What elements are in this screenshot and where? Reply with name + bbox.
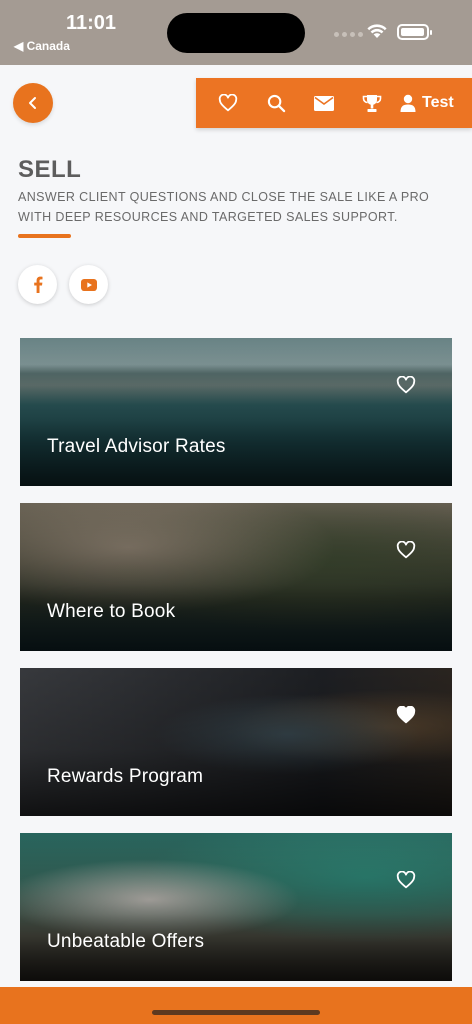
- youtube-icon: [80, 278, 97, 291]
- favorite-button[interactable]: [395, 704, 417, 726]
- youtube-button[interactable]: [69, 265, 108, 304]
- heart-outline-icon: [396, 871, 416, 889]
- messages-button[interactable]: [300, 78, 348, 128]
- heart-icon: [218, 94, 238, 112]
- back-button[interactable]: [13, 83, 53, 123]
- search-icon: [267, 94, 285, 112]
- card-unbeatable-offers[interactable]: Unbeatable Offers: [20, 833, 452, 981]
- dynamic-island: [167, 13, 305, 53]
- search-button[interactable]: [252, 78, 300, 128]
- page-title: SELL: [18, 156, 82, 183]
- page-subtitle: ANSWER CLIENT QUESTIONS AND CLOSE THE SA…: [18, 190, 430, 224]
- card-title: Unbeatable Offers: [47, 931, 205, 952]
- battery-icon: [397, 24, 432, 40]
- title-underline: [18, 234, 71, 238]
- card-title: Travel Advisor Rates: [47, 436, 226, 457]
- heart-filled-icon: [396, 706, 416, 724]
- wifi-icon: [367, 24, 387, 38]
- card-travel-advisor-rates[interactable]: Travel Advisor Rates: [20, 338, 452, 486]
- home-indicator[interactable]: [152, 1010, 320, 1015]
- card-title: Rewards Program: [47, 766, 204, 787]
- mail-icon: [314, 95, 334, 111]
- facebook-icon: [33, 276, 42, 293]
- card-where-to-book[interactable]: Where to Book: [20, 503, 452, 651]
- favorite-button[interactable]: [395, 539, 417, 561]
- user-name-label: Test: [422, 94, 454, 111]
- card-title: Where to Book: [47, 601, 176, 622]
- favorites-button[interactable]: [204, 78, 252, 128]
- card-rewards-program[interactable]: Rewards Program: [20, 668, 452, 816]
- chevron-left-icon: [29, 97, 36, 109]
- user-icon: [400, 94, 416, 112]
- status-time: 11:01: [66, 12, 117, 34]
- heart-outline-icon: [396, 376, 416, 394]
- trophy-icon: [362, 94, 382, 112]
- cellular-signal-icon: [334, 32, 363, 37]
- rewards-button[interactable]: [348, 78, 396, 128]
- bottom-bar: [0, 987, 472, 1024]
- top-navigation: Test: [196, 78, 472, 128]
- favorite-button[interactable]: [395, 869, 417, 891]
- favorite-button[interactable]: [395, 374, 417, 396]
- status-back-link[interactable]: ◀ Canada: [14, 39, 70, 53]
- heart-outline-icon: [396, 541, 416, 559]
- user-menu-button[interactable]: Test: [400, 78, 454, 128]
- status-bar: 11:01 ◀ Canada: [0, 0, 472, 65]
- facebook-button[interactable]: [18, 265, 57, 304]
